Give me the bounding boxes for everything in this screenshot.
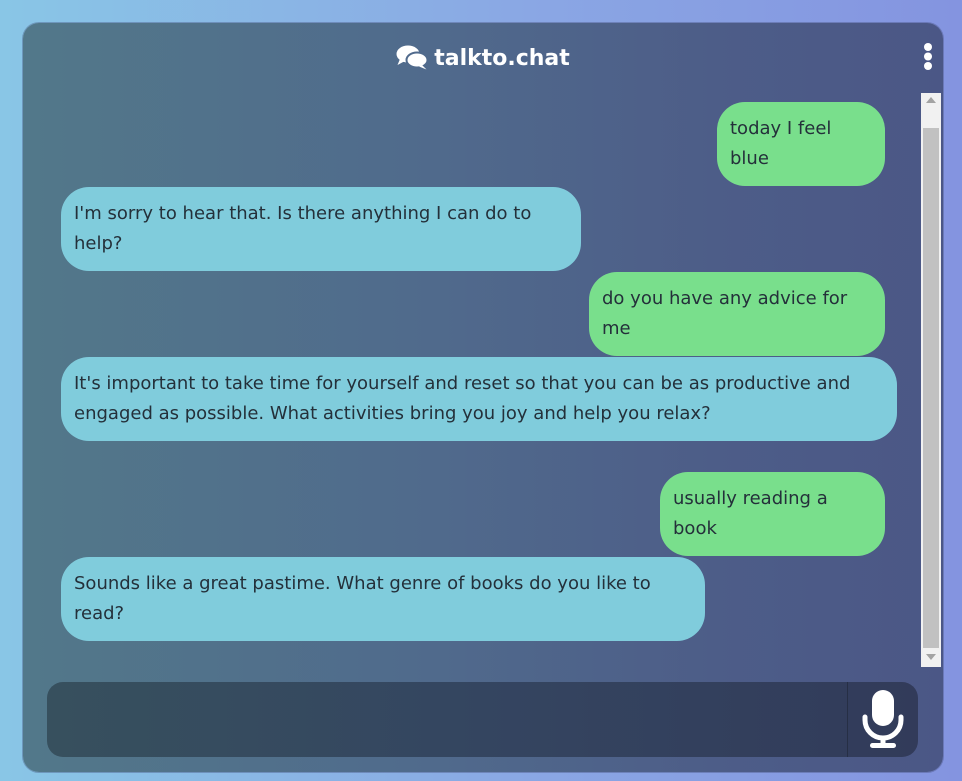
header: talkto.chat — [23, 23, 943, 93]
message-bot: Sounds like a great pastime. What genre … — [61, 557, 705, 641]
menu-button[interactable] — [921, 42, 935, 72]
app-brand: talkto.chat — [23, 43, 943, 75]
message-scrollbar[interactable] — [921, 93, 941, 667]
microphone-icon — [862, 690, 904, 748]
chat-window: talkto.chat today I feel blue I'm sorry … — [23, 23, 943, 772]
vertical-dots-icon — [924, 43, 932, 70]
scrollbar-thumb[interactable] — [923, 128, 939, 648]
app-title: talkto.chat — [434, 46, 570, 71]
message-input-container — [47, 682, 918, 757]
message-user: do you have any advice for me — [589, 272, 885, 356]
scroll-up-button[interactable] — [921, 93, 941, 110]
microphone-button[interactable] — [847, 682, 918, 757]
caret-down-icon — [926, 654, 936, 660]
message-user: today I feel blue — [717, 102, 885, 186]
composer — [23, 667, 943, 772]
message-bot: I'm sorry to hear that. Is there anythin… — [61, 187, 581, 271]
message-bot: It's important to take time for yourself… — [61, 357, 897, 441]
caret-up-icon — [926, 97, 936, 103]
message-list[interactable]: today I feel blue I'm sorry to hear that… — [23, 93, 921, 667]
chat-bubbles-icon — [396, 44, 429, 70]
message-input[interactable] — [47, 682, 847, 757]
scroll-down-button[interactable] — [921, 650, 941, 667]
message-user: usually reading a book — [660, 472, 885, 556]
